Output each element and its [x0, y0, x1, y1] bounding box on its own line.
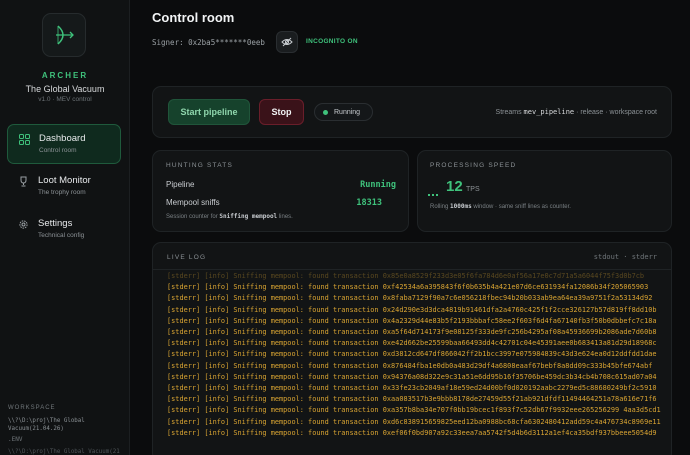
sidebar-item-label: Dashboard	[39, 133, 86, 144]
trophy-icon	[18, 176, 29, 190]
processing-speed-title: PROCESSING SPEED	[430, 162, 517, 169]
speed-unit: TPS	[466, 186, 480, 193]
log-line: [stderr] [info] Sniffing mempool: found …	[167, 417, 661, 426]
hunting-stats-title: HUNTING STATS	[166, 162, 233, 169]
speed-note-prefix: Rolling	[430, 204, 449, 210]
log-line: [stderr] [info] Sniffing mempool: found …	[167, 372, 657, 381]
speed-note-mono: 1000ms	[450, 203, 472, 210]
log-line: [stderr] [info] Sniffing mempool: found …	[167, 395, 657, 404]
speed-bars-icon	[428, 190, 438, 196]
log-line: [stderr] [info] Sniffing mempool: found …	[167, 406, 661, 415]
sidebar-item-sublabel: The trophy room	[38, 189, 86, 196]
log-line: [stderr] [info] Sniffing mempool: found …	[167, 294, 653, 303]
log-line: [stderr] [info] Sniffing mempool: found …	[167, 328, 657, 337]
start-pipeline-button[interactable]: Start pipeline	[168, 99, 250, 125]
hunting-note: Session counter for Sniffing mempool lin…	[166, 213, 293, 220]
version-label: v1.0 · MEV control	[38, 96, 92, 103]
streams-prefix: Streams	[495, 109, 522, 116]
archer-logo	[42, 13, 86, 57]
log-line: [stderr] [info] Sniffing mempool: found …	[167, 361, 653, 370]
sidebar-item-dashboard[interactable]: Dashboard Control room	[7, 124, 121, 164]
env-label: .ENV	[8, 436, 23, 443]
sidebar-item-settings[interactable]: Settings Technical config	[7, 210, 121, 250]
log-line: [stderr] [info] Sniffing mempool: found …	[167, 384, 657, 393]
sidebar-item-label: Loot Monitor	[38, 175, 91, 186]
gear-icon	[18, 219, 29, 233]
log-line: [stderr] [info] Sniffing mempool: found …	[167, 305, 657, 314]
sidebar-item-sublabel: Technical config	[38, 232, 85, 239]
brand-name: ARCHER	[41, 71, 89, 80]
log-line: [stderr] [info] Sniffing mempool: found …	[167, 428, 657, 437]
log-streams-label: stdout · stderr	[593, 253, 657, 261]
signer-address: Signer: 0x2ba5*******0eeb	[152, 38, 265, 47]
incognito-toggle[interactable]	[276, 31, 298, 53]
sidebar: ARCHER The Global Vacuum v1.0 · MEV cont…	[0, 0, 130, 455]
log-lines: [stderr] [info] Sniffing mempool: found …	[167, 271, 667, 439]
sidebar-item-loot-monitor[interactable]: Loot Monitor The trophy room	[7, 167, 121, 207]
eye-off-icon	[281, 37, 293, 47]
grid-icon	[19, 134, 30, 148]
log-line: [stderr] [info] Sniffing mempool: found …	[167, 350, 657, 359]
streams-suffix: · release · workspace root	[576, 109, 657, 116]
workspace-path: \\?\D:\proj\The Global Vacuum(21.04.26)	[8, 418, 85, 432]
pipeline-value: Running	[360, 180, 396, 190]
env-path: \\?\D:\proj\The Global Vacuum(21	[8, 449, 120, 455]
mempool-sniffs-value: 18313	[356, 198, 382, 208]
incognito-status: INCOGNITO ON	[306, 38, 358, 45]
log-divider	[153, 269, 671, 270]
workspace-label: WORKSPACE	[8, 405, 56, 411]
hunting-note-mono: Sniffing mempool	[219, 213, 278, 220]
pipeline-label: Pipeline	[166, 180, 195, 189]
speed-note-suffix: window · same sniff lines as counter.	[473, 204, 571, 210]
sidebar-item-sublabel: Control room	[39, 147, 77, 154]
sidebar-item-label: Settings	[38, 218, 73, 229]
hunting-note-prefix: Session counter for	[166, 214, 218, 220]
live-log-panel[interactable]: LIVE LOG stdout · stderr [stderr] [info]…	[152, 242, 672, 455]
log-line: [stderr] [info] Sniffing mempool: found …	[167, 283, 649, 292]
streams-info: Streams mev_pipeline · release · workspa…	[496, 108, 657, 116]
log-line: [stderr] [info] Sniffing mempool: found …	[167, 272, 645, 280]
page-title: Control room	[152, 10, 235, 25]
log-line: [stderr] [info] Sniffing mempool: found …	[167, 339, 657, 348]
streams-name: mev_pipeline	[523, 108, 575, 116]
stop-button[interactable]: Stop	[259, 99, 304, 125]
hunting-note-suffix: lines.	[278, 214, 293, 220]
live-log-title: LIVE LOG	[167, 254, 207, 261]
speed-note: Rolling 1000ms window · same sniff lines…	[430, 203, 571, 210]
status-badge: Running	[314, 103, 373, 121]
bow-arrow-icon	[56, 25, 74, 45]
status-dot	[323, 109, 328, 115]
status-text: Running	[334, 108, 361, 116]
speed-value: 12	[446, 178, 463, 195]
brand-subtitle: The Global Vacuum	[25, 84, 105, 94]
log-line: [stderr] [info] Sniffing mempool: found …	[167, 316, 657, 325]
mempool-sniffs-label: Mempool sniffs	[166, 198, 220, 207]
